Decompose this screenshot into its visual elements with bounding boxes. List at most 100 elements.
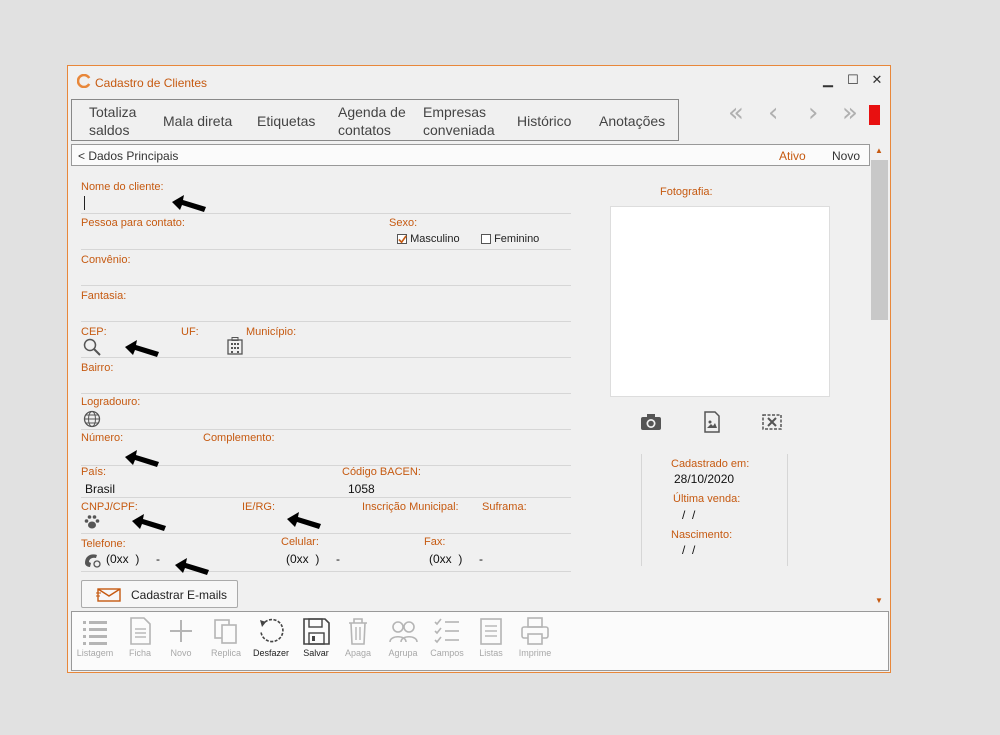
- suframa-label: Suframa:: [482, 501, 527, 513]
- listas-button[interactable]: Listas: [471, 616, 511, 658]
- paw-icon[interactable]: [83, 514, 101, 533]
- agrupa-button[interactable]: Agrupa: [383, 616, 423, 658]
- bacen-label: Código BACEN:: [342, 466, 421, 478]
- contato-underline: [81, 249, 571, 250]
- campos-button[interactable]: Campos: [427, 616, 467, 658]
- salvar-button[interactable]: Salvar: [296, 616, 336, 658]
- checklist-icon: [434, 618, 459, 644]
- cadastrar-emails-button[interactable]: Cadastrar E-mails: [81, 580, 238, 608]
- menu-totaliza-saldos[interactable]: Totaliza saldos: [89, 103, 136, 139]
- trash-icon: [349, 618, 367, 645]
- annotation-arrow-icon: [287, 512, 321, 529]
- ultima-venda-label: Última venda:: [673, 493, 741, 505]
- info-left-divider: [641, 454, 642, 566]
- cadastrado-label: Cadastrado em:: [671, 458, 750, 470]
- pais-value[interactable]: Brasil: [85, 482, 115, 496]
- section-header: < Dados Principais Ativo Novo: [71, 144, 870, 166]
- nome-input[interactable]: [81, 194, 571, 214]
- nascimento-label: Nascimento:: [671, 529, 733, 541]
- previous-record-icon[interactable]: ‹: [768, 98, 778, 128]
- sexo-label: Sexo:: [389, 217, 418, 229]
- nome-underline: [81, 213, 571, 214]
- menu-bar: Totaliza saldos Mala direta Etiquetas Age…: [71, 99, 679, 141]
- listagem-button[interactable]: Listagem: [75, 616, 115, 658]
- new-label[interactable]: Novo: [832, 149, 860, 163]
- complemento-label: Complemento:: [203, 432, 275, 444]
- image-file-icon[interactable]: [703, 411, 721, 436]
- menu-agenda-contatos[interactable]: Agenda de contatos: [338, 103, 406, 139]
- municipio-label: Município:: [246, 326, 297, 338]
- feminino-checkbox[interactable]: [481, 234, 491, 245]
- ficha-button[interactable]: Ficha: [120, 616, 160, 658]
- annotation-arrow-icon: [175, 558, 209, 575]
- last-record-icon[interactable]: »: [842, 98, 858, 128]
- next-record-icon[interactable]: ›: [808, 98, 818, 128]
- info-right-divider: [787, 454, 788, 566]
- photo-frame[interactable]: [610, 206, 830, 397]
- fax-value[interactable]: (0xx ) -: [429, 552, 483, 566]
- vertical-scrollbar[interactable]: ▲ ▼: [871, 144, 888, 606]
- inscricao-label: Inscrição Municipal:: [362, 501, 459, 513]
- desfazer-button[interactable]: Desfazer: [251, 616, 291, 658]
- menu-mala-direta[interactable]: Mala direta: [163, 112, 232, 130]
- fax-label: Fax:: [424, 536, 446, 548]
- masculino-option[interactable]: Masculino: [397, 233, 460, 245]
- remove-photo-icon[interactable]: [761, 413, 783, 434]
- telefone-value[interactable]: (0xx ) -: [106, 552, 160, 566]
- printer-icon: [521, 617, 549, 645]
- globe-icon[interactable]: [83, 410, 101, 431]
- fantasia-label: Fantasia:: [81, 290, 127, 302]
- camera-icon[interactable]: [640, 413, 662, 434]
- feminino-option[interactable]: Feminino: [481, 233, 539, 245]
- numero-label: Número:: [81, 432, 124, 444]
- first-record-icon[interactable]: «: [728, 98, 744, 128]
- convenio-underline: [81, 285, 571, 286]
- app-logo-icon: [76, 73, 92, 91]
- menu-historico[interactable]: Histórico: [517, 112, 571, 130]
- menu-etiquetas[interactable]: Etiquetas: [257, 112, 315, 130]
- menu-anotacoes[interactable]: Anotações: [599, 112, 665, 130]
- scroll-up-icon[interactable]: ▲: [875, 146, 883, 155]
- minimize-button[interactable]: ▁: [818, 72, 838, 88]
- bairro-underline: [81, 393, 571, 394]
- uf-label: UF:: [181, 326, 199, 338]
- maximize-button[interactable]: ☐: [843, 72, 863, 88]
- red-status-indicator: [869, 105, 880, 125]
- annotation-arrow-icon: [172, 195, 206, 212]
- pais-underline: [81, 497, 571, 498]
- telefone-underline: [81, 571, 571, 572]
- convenio-label: Convênio:: [81, 254, 131, 266]
- save-icon: [303, 618, 330, 645]
- ie-label: IE/RG:: [242, 501, 276, 513]
- cadastrar-emails-label: Cadastrar E-mails: [131, 588, 228, 602]
- group-icon: [389, 621, 418, 643]
- masculino-checkbox[interactable]: [397, 234, 407, 245]
- scroll-down-icon[interactable]: ▼: [875, 596, 883, 605]
- annotation-arrow-icon: [132, 514, 166, 531]
- window-title: Cadastro de Clientes: [95, 76, 208, 90]
- client-register-window: Cadastro de Clientes ▁ ☐ ✕ Totaliza saldo…: [67, 65, 891, 673]
- phone-icon[interactable]: [83, 552, 101, 571]
- envelope-icon: [96, 587, 122, 606]
- section-title[interactable]: < Dados Principais: [78, 149, 178, 163]
- logradouro-underline: [81, 429, 571, 430]
- undo-icon: [260, 618, 284, 643]
- bairro-label: Bairro:: [81, 362, 114, 374]
- building-icon[interactable]: [226, 337, 244, 358]
- menu-empresas-conveniada[interactable]: Empresas conveniada: [423, 103, 495, 139]
- imprime-button[interactable]: Imprime: [515, 616, 555, 658]
- replica-button[interactable]: Replica: [206, 616, 246, 658]
- plus-icon: [170, 620, 192, 642]
- telefone-label: Telefone:: [81, 538, 126, 550]
- fantasia-underline: [81, 321, 571, 322]
- bacen-value[interactable]: 1058: [348, 482, 375, 496]
- pais-label: País:: [81, 466, 107, 478]
- scrollbar-thumb[interactable]: [871, 160, 888, 320]
- novo-button[interactable]: Novo: [161, 616, 201, 658]
- close-button[interactable]: ✕: [867, 72, 887, 88]
- celular-value[interactable]: (0xx ) -: [286, 552, 340, 566]
- title-bar: Cadastro de Clientes ▁ ☐ ✕: [68, 66, 890, 96]
- cnpj-label: CNPJ/CPF:: [81, 501, 138, 513]
- apaga-button[interactable]: Apaga: [338, 616, 378, 658]
- ultima-venda-value: / /: [682, 508, 696, 522]
